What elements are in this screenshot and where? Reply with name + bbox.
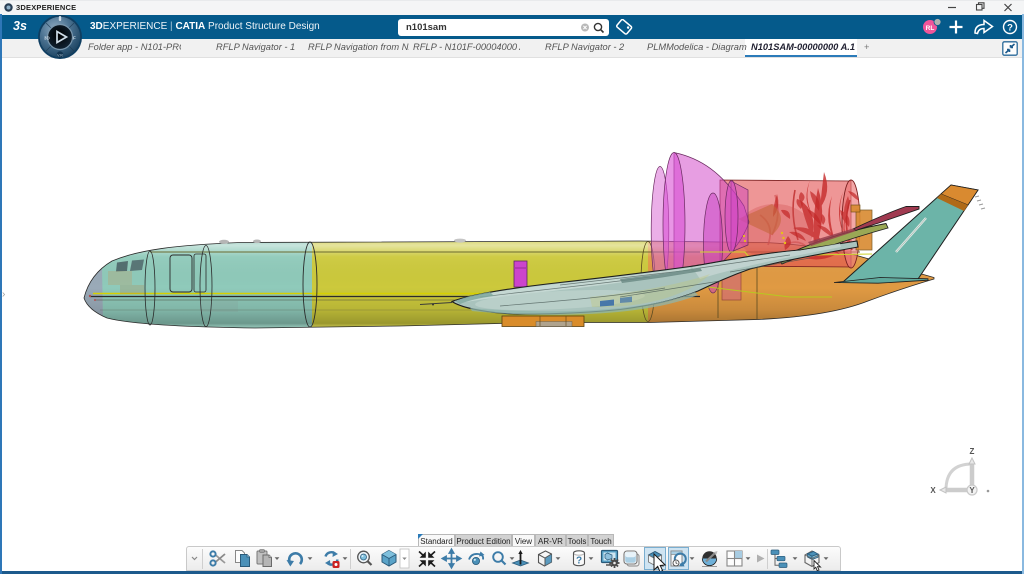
svg-text:?: ? (576, 556, 582, 567)
svg-text:3D: 3D (44, 36, 51, 41)
svg-text:3s: 3s (13, 19, 27, 33)
svg-text:Z: Z (970, 447, 975, 456)
svg-text:V.R: V.R (57, 53, 63, 57)
svg-text:?: ? (1007, 23, 1013, 34)
svg-text:RL: RL (926, 25, 935, 32)
svg-text:X: X (930, 486, 936, 495)
svg-text:Y: Y (969, 486, 975, 495)
svg-text:F: F (73, 36, 76, 41)
